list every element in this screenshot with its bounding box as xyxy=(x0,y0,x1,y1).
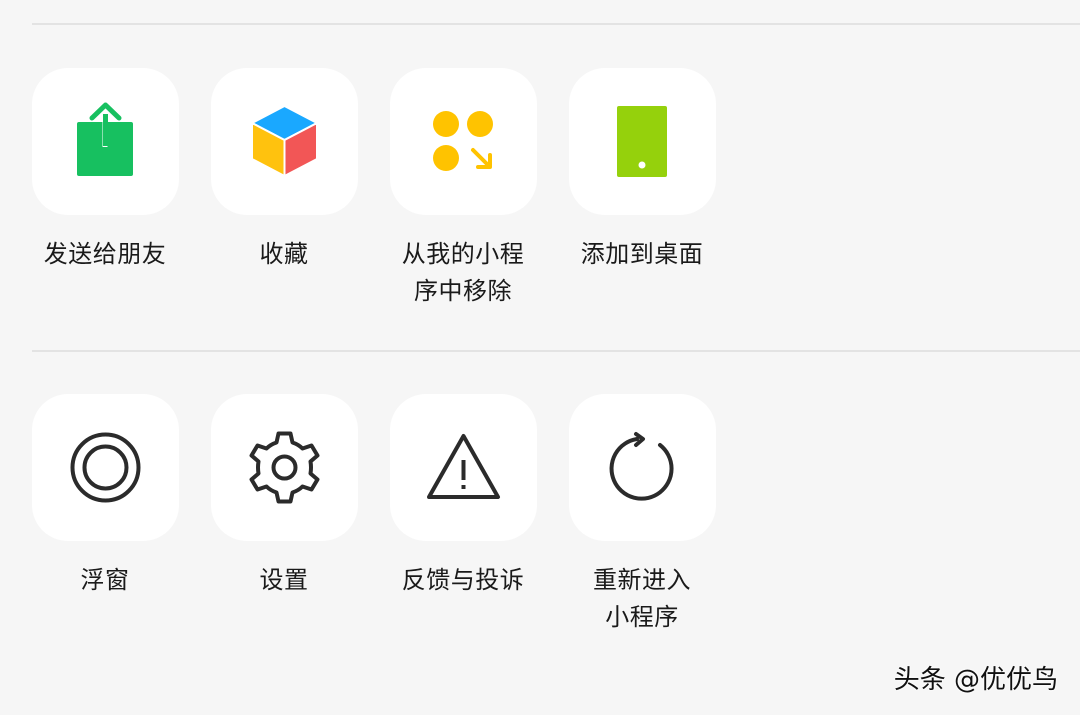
top-divider xyxy=(32,23,1080,25)
gear-icon xyxy=(249,431,320,504)
mini-program-remove-icon xyxy=(433,111,493,171)
warning-icon xyxy=(427,434,500,499)
label-line-2: 序中移除 xyxy=(414,277,512,305)
add-to-desktop-button[interactable]: 添加到桌面 xyxy=(552,68,732,328)
settings-button[interactable]: 设置 xyxy=(194,394,374,654)
floating-window-tile[interactable] xyxy=(32,394,179,541)
settings-tile[interactable] xyxy=(211,394,358,541)
add-to-desktop-label: 添加到桌面 xyxy=(580,240,704,268)
feedback-and-complaint-label: 反馈与投诉 xyxy=(401,566,525,594)
reenter-mini-program-button[interactable]: 重新进入 小程序 xyxy=(552,394,732,654)
reenter-mini-program-tile[interactable] xyxy=(569,394,716,541)
send-to-friend-label: 发送给朋友 xyxy=(43,240,167,268)
action-row-secondary: 浮窗 设置 反馈与投诉 重新进入 小程序 xyxy=(0,394,1080,654)
remove-from-my-mini-programs-label: 从我的小程 序中移除 xyxy=(373,236,553,310)
add-to-desktop-tile[interactable] xyxy=(569,68,716,215)
send-to-friend-tile[interactable] xyxy=(32,68,179,215)
label-line-1: 从我的小程 xyxy=(401,240,525,268)
feedback-and-complaint-tile[interactable] xyxy=(390,394,537,541)
floating-window-icon xyxy=(70,432,141,503)
favorite-button[interactable]: 收藏 xyxy=(194,68,374,328)
refresh-icon xyxy=(609,432,674,501)
share-icon xyxy=(77,102,133,176)
label-line-1: 重新进入 xyxy=(593,566,691,594)
watermark: 头条 @优优鸟 xyxy=(893,665,1058,695)
cube-icon xyxy=(251,105,318,177)
send-to-friend-button[interactable]: 发送给朋友 xyxy=(15,68,195,328)
phone-icon xyxy=(617,106,667,177)
remove-from-my-mini-programs-tile[interactable] xyxy=(390,68,537,215)
floating-window-label: 浮窗 xyxy=(80,566,130,594)
reenter-mini-program-label: 重新进入 小程序 xyxy=(552,562,732,636)
settings-label: 设置 xyxy=(259,566,309,594)
favorite-tile[interactable] xyxy=(211,68,358,215)
label-line-2: 小程序 xyxy=(605,603,679,631)
floating-window-button[interactable]: 浮窗 xyxy=(15,394,195,654)
feedback-and-complaint-button[interactable]: 反馈与投诉 xyxy=(373,394,553,654)
section-divider xyxy=(32,350,1080,352)
remove-from-my-mini-programs-button[interactable]: 从我的小程 序中移除 xyxy=(373,68,553,328)
favorite-label: 收藏 xyxy=(259,240,309,268)
action-row-primary: 发送给朋友 收藏 从我的小程 序中移除 添加到桌面 xyxy=(0,68,1080,328)
